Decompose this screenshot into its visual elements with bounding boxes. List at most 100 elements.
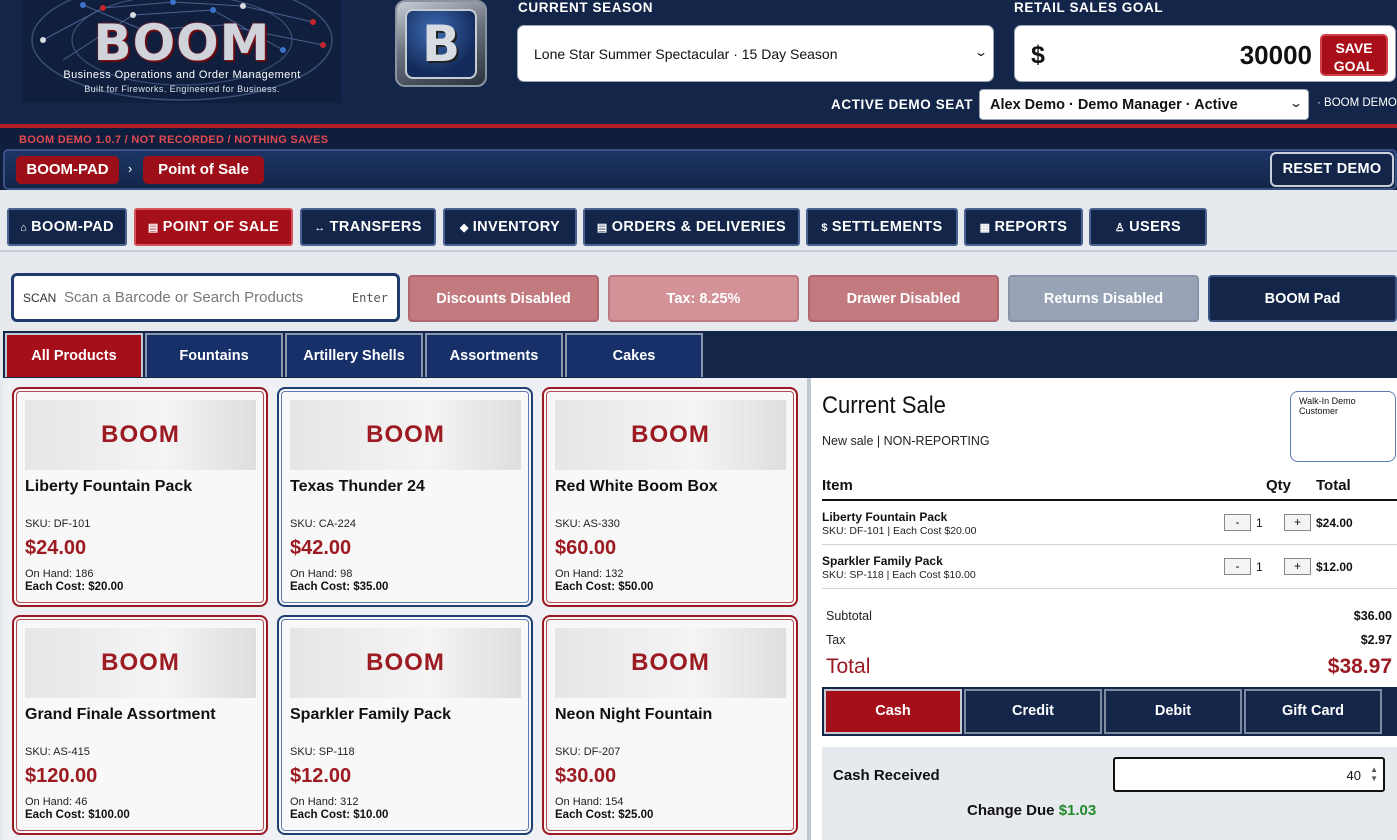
breadcrumb-item-point-of-sale[interactable]: Point of Sale: [143, 156, 264, 184]
season-select[interactable]: Lone Star Summer Spectacular · 15 Day Se…: [517, 25, 994, 82]
product-image: BOOM: [555, 628, 786, 698]
product-sku: SKU: DF-101: [25, 518, 91, 530]
nav-transfers[interactable]: ↔ TRANSFERS: [300, 208, 436, 246]
tab-all-products[interactable]: All Products: [5, 333, 143, 377]
customer-name: Walk-In Demo Customer: [1299, 396, 1356, 416]
chevron-down-icon: ⌄: [973, 45, 989, 59]
user-icon: ♙: [1114, 222, 1126, 234]
product-card[interactable]: BOOM Texas Thunder 24 SKU: CA-224 $42.00…: [277, 387, 533, 607]
column-qty: Qty: [1266, 477, 1292, 494]
returns-toggle[interactable]: Returns Disabled: [1008, 275, 1199, 322]
save-goal-button[interactable]: SAVE GOAL: [1320, 34, 1388, 76]
search-input[interactable]: SCAN Scan a Barcode or Search Products E…: [11, 273, 400, 322]
product-price: $30.00: [555, 765, 617, 787]
pay-debit-button[interactable]: Debit: [1104, 689, 1242, 734]
change-due: Change Due $1.03: [967, 802, 1096, 819]
qty-decrease-button[interactable]: -: [1224, 514, 1251, 531]
pay-credit-button[interactable]: Credit: [964, 689, 1102, 734]
enter-hint: Enter: [351, 291, 388, 305]
qty-increase-button[interactable]: +: [1284, 558, 1311, 575]
product-on-hand: On Hand: 186: [25, 568, 94, 580]
tab-artillery-shells[interactable]: Artillery Shells: [285, 333, 423, 377]
column-total: Total: [1316, 477, 1351, 494]
product-card[interactable]: BOOM Sparkler Family Pack SKU: SP-118 $1…: [277, 615, 533, 835]
tab-fountains[interactable]: Fountains: [145, 333, 283, 377]
product-name: Neon Night Fountain: [555, 706, 713, 723]
nav-point-of-sale[interactable]: ▤ POINT OF SALE: [134, 208, 293, 246]
nav-settlements[interactable]: $ SETTLEMENTS: [806, 208, 958, 246]
nav-users[interactable]: ♙ USERS: [1089, 208, 1207, 246]
product-sku: SKU: CA-224: [290, 518, 357, 530]
season-value: Lone Star Summer Spectacular · 15 Day Se…: [534, 46, 838, 62]
product-price: $12.00: [290, 765, 352, 787]
product-name: Sparkler Family Pack: [290, 706, 451, 723]
nav-orders-deliveries[interactable]: ▤ ORDERS & DELIVERIES: [583, 208, 800, 246]
line-item-meta: SKU: SP-118 | Each Cost $10.00: [822, 569, 976, 581]
product-price: $120.00: [25, 765, 98, 787]
dollar-icon: $: [821, 222, 828, 234]
qty-decrease-button[interactable]: -: [1224, 558, 1251, 575]
nav-inventory[interactable]: ◆ INVENTORY: [443, 208, 577, 246]
product-each-cost: Each Cost: $100.00: [25, 809, 130, 821]
qty-increase-button[interactable]: +: [1284, 514, 1311, 531]
cash-received-input[interactable]: 40 ▲ ▼: [1113, 757, 1385, 792]
product-each-cost: Each Cost: $20.00: [25, 581, 124, 593]
pay-cash-button[interactable]: Cash: [824, 689, 962, 734]
spinner-icon[interactable]: ▲ ▼: [1370, 765, 1378, 783]
sales-goal-field[interactable]: $ 30000 SAVE GOAL: [1014, 25, 1396, 82]
row-divider: [822, 588, 1397, 589]
nav-boom-pad[interactable]: ⌂ BOOM-PAD: [7, 208, 127, 246]
tab-assortments[interactable]: Assortments: [425, 333, 563, 377]
product-image: BOOM: [555, 400, 786, 470]
badge-letter: B: [421, 15, 461, 73]
total-value: $38.97: [1327, 655, 1392, 678]
product-on-hand: On Hand: 46: [25, 796, 88, 808]
tab-cakes[interactable]: Cakes: [565, 333, 703, 377]
nav-label: USERS: [1129, 219, 1182, 235]
nav-reports[interactable]: ▦ REPORTS: [964, 208, 1083, 246]
column-item: Item: [822, 477, 853, 494]
home-icon: ⌂: [20, 222, 28, 234]
product-image: BOOM: [25, 628, 256, 698]
subtotal-label: Subtotal: [826, 609, 872, 623]
scan-label: SCAN: [23, 291, 57, 305]
seat-label: ACTIVE DEMO SEAT: [831, 97, 974, 112]
save-goal-line2: GOAL: [1333, 58, 1375, 74]
demo-seat-select[interactable]: Alex Demo · Demo Manager · Active ⌄: [979, 89, 1309, 120]
reset-demo-button[interactable]: RESET DEMO: [1270, 152, 1394, 187]
transfer-icon: ↔: [314, 222, 326, 234]
breadcrumb-item-boom-pad[interactable]: BOOM-PAD: [16, 156, 119, 184]
season-label: CURRENT SEASON: [518, 0, 654, 15]
goal-label: RETAIL SALES GOAL: [1014, 0, 1164, 15]
tax-toggle[interactable]: Tax: 8.25%: [608, 275, 799, 322]
product-sku: SKU: SP-118: [290, 746, 355, 758]
subtotal-value: $36.00: [1353, 609, 1392, 623]
register-icon: ▤: [147, 222, 159, 234]
product-card[interactable]: BOOM Red White Boom Box SKU: AS-330 $60.…: [542, 387, 798, 607]
boom-badge-icon: B: [395, 0, 487, 87]
line-item-total: $24.00: [1316, 516, 1353, 530]
product-on-hand: On Hand: 154: [555, 796, 624, 808]
product-card[interactable]: BOOM Liberty Fountain Pack SKU: DF-101 $…: [12, 387, 268, 607]
chevron-down-icon: ⌄: [1288, 96, 1304, 110]
drawer-toggle[interactable]: Drawer Disabled: [808, 275, 999, 322]
product-name: Texas Thunder 24: [290, 478, 425, 495]
product-card[interactable]: BOOM Grand Finale Assortment SKU: AS-415…: [12, 615, 268, 835]
cash-received-value: 40: [1346, 768, 1361, 783]
nav-label: TRANSFERS: [329, 219, 422, 235]
discounts-toggle[interactable]: Discounts Disabled: [408, 275, 599, 322]
product-on-hand: On Hand: 132: [555, 568, 624, 580]
product-card[interactable]: BOOM Neon Night Fountain SKU: DF-207 $30…: [542, 615, 798, 835]
customer-box[interactable]: Walk-In Demo Customer: [1290, 391, 1396, 462]
goal-value: 30000: [1239, 40, 1312, 70]
logo-wordmark: BOOM: [93, 14, 271, 72]
product-each-cost: Each Cost: $35.00: [290, 581, 389, 593]
logo-subtitle: Business Operations and Order Management: [63, 69, 301, 81]
pay-gift-card-button[interactable]: Gift Card: [1244, 689, 1382, 734]
inventory-icon: ◆: [459, 222, 469, 234]
qty-value: 1: [1256, 560, 1263, 574]
product-name: Grand Finale Assortment: [25, 706, 216, 723]
cash-received-label: Cash Received: [833, 767, 940, 784]
boom-pad-button[interactable]: BOOM Pad: [1208, 275, 1397, 322]
product-price: $42.00: [290, 537, 352, 559]
